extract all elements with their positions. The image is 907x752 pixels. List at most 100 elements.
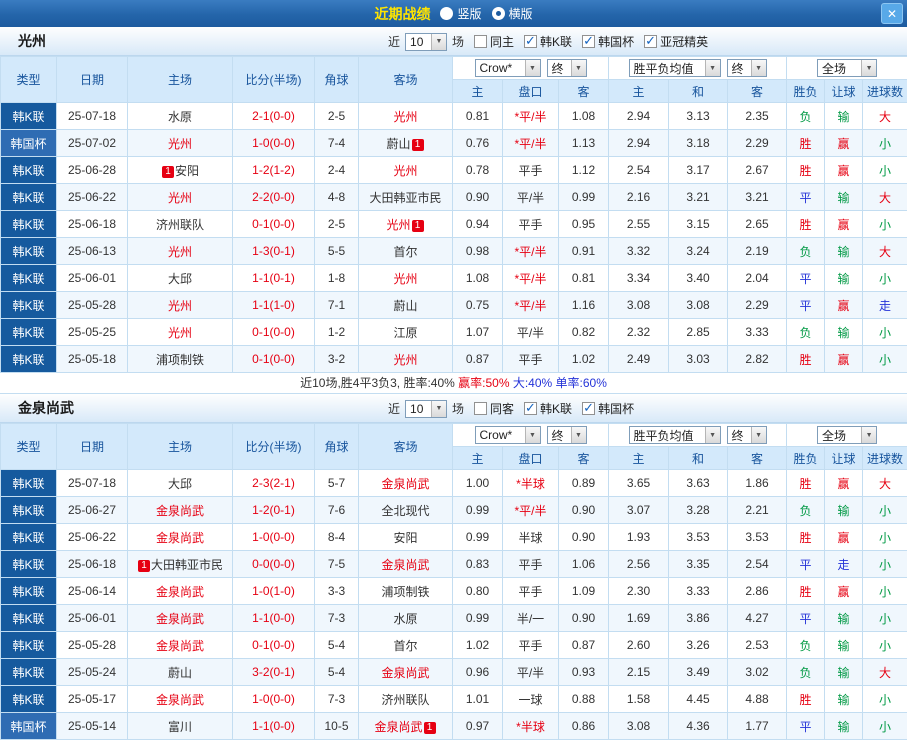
handicap-value: 一球	[502, 685, 559, 713]
scope-select[interactable]: 全场 ▼	[817, 426, 878, 444]
team-link[interactable]: 金泉尚武	[156, 504, 204, 518]
checkbox-unchecked-icon[interactable]	[474, 402, 488, 415]
odds-value: 1.08	[557, 102, 610, 130]
home-team-cell: 浦项制铁	[127, 345, 233, 373]
checkbox-unchecked-icon[interactable]	[474, 35, 488, 48]
team-link[interactable]: 光州	[168, 191, 192, 205]
window-title: 近期战绩	[374, 5, 431, 22]
team-link[interactable]: 金泉尚武	[374, 720, 422, 734]
league-filter-checkbox[interactable]: ✓ 韩国杯	[582, 400, 634, 417]
league-filter-checkbox[interactable]: ✓ 韩国杯	[582, 33, 634, 50]
team-link[interactable]: 富川	[168, 720, 192, 734]
team-link[interactable]: 大邱	[168, 477, 192, 491]
same-side-checkbox[interactable]: 同客	[474, 400, 514, 417]
checkbox-checked-icon[interactable]: ✓	[524, 400, 538, 415]
odds-source-select[interactable]: Crow* ▼	[474, 59, 541, 77]
odds-time-select[interactable]: 终 ▼	[546, 59, 587, 77]
checkbox-checked-icon[interactable]: ✓	[524, 33, 538, 48]
odds-value: 1.16	[557, 291, 610, 319]
checkbox-checked-icon[interactable]: ✓	[582, 400, 596, 415]
team-link[interactable]: 金泉尚武	[156, 585, 204, 599]
summary-segment: 大:40%	[512, 376, 556, 390]
team-link[interactable]: 济州联队	[381, 693, 429, 707]
odds-source-select[interactable]: Crow* ▼	[474, 426, 541, 444]
layout-option-horizontal[interactable]: 横版	[491, 5, 533, 22]
home-team-cell: 光州	[127, 129, 233, 157]
match-row: 韩K联 25-06-01 金泉尚武 1-1(0-0) 7-3 水原 0.99 半/一 0.90 1…	[0, 604, 907, 632]
close-button[interactable]: ✕	[881, 3, 903, 24]
team-link[interactable]: 金泉尚武	[381, 477, 429, 491]
team-link[interactable]: 安阳	[175, 164, 199, 178]
handicap-value: 半球	[502, 523, 559, 551]
team-link[interactable]: 金泉尚武	[381, 558, 429, 572]
odds-value: 0.93	[557, 658, 610, 686]
league-type-label: 韩K联	[12, 530, 45, 545]
odds-time-select[interactable]: 终 ▼	[546, 426, 587, 444]
team-link[interactable]: 江原	[393, 326, 417, 340]
league-type-label: 韩K联	[12, 692, 45, 707]
team-link[interactable]: 光州	[168, 299, 192, 313]
avg-odds-value: 3.49	[668, 658, 729, 686]
avg-filter-cell: 胜平负均值 ▼ 终 ▼	[608, 56, 788, 80]
team-link[interactable]: 大邱	[168, 272, 192, 286]
league-filter-checkbox[interactable]: ✓ 韩K联	[524, 400, 572, 417]
team-link[interactable]: 浦项制铁	[381, 585, 429, 599]
team-link[interactable]: 光州	[393, 164, 417, 178]
team-link[interactable]: 首尔	[393, 639, 417, 653]
team-link[interactable]: 光州	[386, 218, 410, 232]
col-subheader-handicap_result: 让球	[824, 79, 864, 103]
match-row: 韩K联 25-06-27 金泉尚武 1-2(0-1) 7-6 全北现代 0.99 *平/半 0.…	[0, 496, 907, 524]
league-filter-checkbox[interactable]: ✓ 韩K联	[524, 33, 572, 50]
col-header-corner: 角球	[314, 56, 359, 103]
team-link[interactable]: 浦项制铁	[156, 353, 204, 367]
team-link[interactable]: 大田韩亚市民	[369, 191, 441, 205]
radio-button-icon[interactable]	[491, 7, 505, 20]
layout-option-vertical[interactable]: 竖版	[440, 5, 482, 22]
avg-odds-value: 3.07	[608, 496, 670, 524]
checkbox-checked-icon[interactable]: ✓	[582, 33, 596, 48]
avg-type-select[interactable]: 胜平负均值 ▼	[628, 426, 721, 444]
match-count-select[interactable]: 10 ▼	[405, 399, 448, 418]
team-link[interactable]: 蔚山	[168, 666, 192, 680]
avg-time-select[interactable]: 终 ▼	[726, 426, 767, 444]
team-link[interactable]: 金泉尚武	[156, 639, 204, 653]
team-link[interactable]: 金泉尚武	[156, 612, 204, 626]
team-link[interactable]: 光州	[168, 137, 192, 151]
team-link[interactable]: 光州	[393, 110, 417, 124]
team-link[interactable]: 光州	[393, 353, 417, 367]
team-link[interactable]: 蔚山	[386, 137, 410, 151]
team-link[interactable]: 光州	[393, 272, 417, 286]
checkbox-checked-icon[interactable]: ✓	[644, 33, 658, 48]
chevron-down-icon: ▼	[861, 427, 877, 443]
avg-type-select[interactable]: 胜平负均值 ▼	[628, 59, 721, 77]
avg-time-select[interactable]: 终 ▼	[726, 59, 767, 77]
league-type-cell: 韩K联	[0, 658, 57, 686]
team-link[interactable]: 大田韩亚市民	[151, 558, 223, 572]
team-link[interactable]: 金泉尚武	[156, 693, 204, 707]
result-goals: 小	[862, 345, 907, 373]
team-link[interactable]: 水原	[168, 110, 192, 124]
match-count-select[interactable]: 10 ▼	[405, 32, 448, 51]
team-link[interactable]: 济州联队	[156, 218, 204, 232]
scope-select[interactable]: 全场 ▼	[817, 59, 878, 77]
league-filter-checkbox[interactable]: ✓ 亚冠精英	[644, 33, 708, 50]
team-link[interactable]: 光州	[168, 326, 192, 340]
avg-odds-value: 4.36	[668, 712, 729, 740]
matches-label: 场	[452, 402, 465, 416]
team-link[interactable]: 金泉尚武	[156, 531, 204, 545]
team-link[interactable]: 安阳	[393, 531, 417, 545]
team-link[interactable]: 全北现代	[381, 504, 429, 518]
handicap-value: *平/半	[502, 496, 559, 524]
team-link[interactable]: 首尔	[393, 245, 417, 259]
radio-button-icon[interactable]	[440, 7, 454, 20]
team-link[interactable]: 蔚山	[393, 299, 417, 313]
handicap-value: *半球	[502, 469, 559, 497]
team-link[interactable]: 金泉尚武	[381, 666, 429, 680]
result-wdl: 负	[786, 237, 826, 265]
away-team-cell: 光州 1	[358, 210, 453, 238]
check-icon: ✓	[583, 33, 594, 48]
same-side-checkbox[interactable]: 同主	[474, 33, 514, 50]
summary-segment: 赢率:50%	[458, 376, 513, 390]
team-link[interactable]: 光州	[168, 245, 192, 259]
team-link[interactable]: 水原	[393, 612, 417, 626]
